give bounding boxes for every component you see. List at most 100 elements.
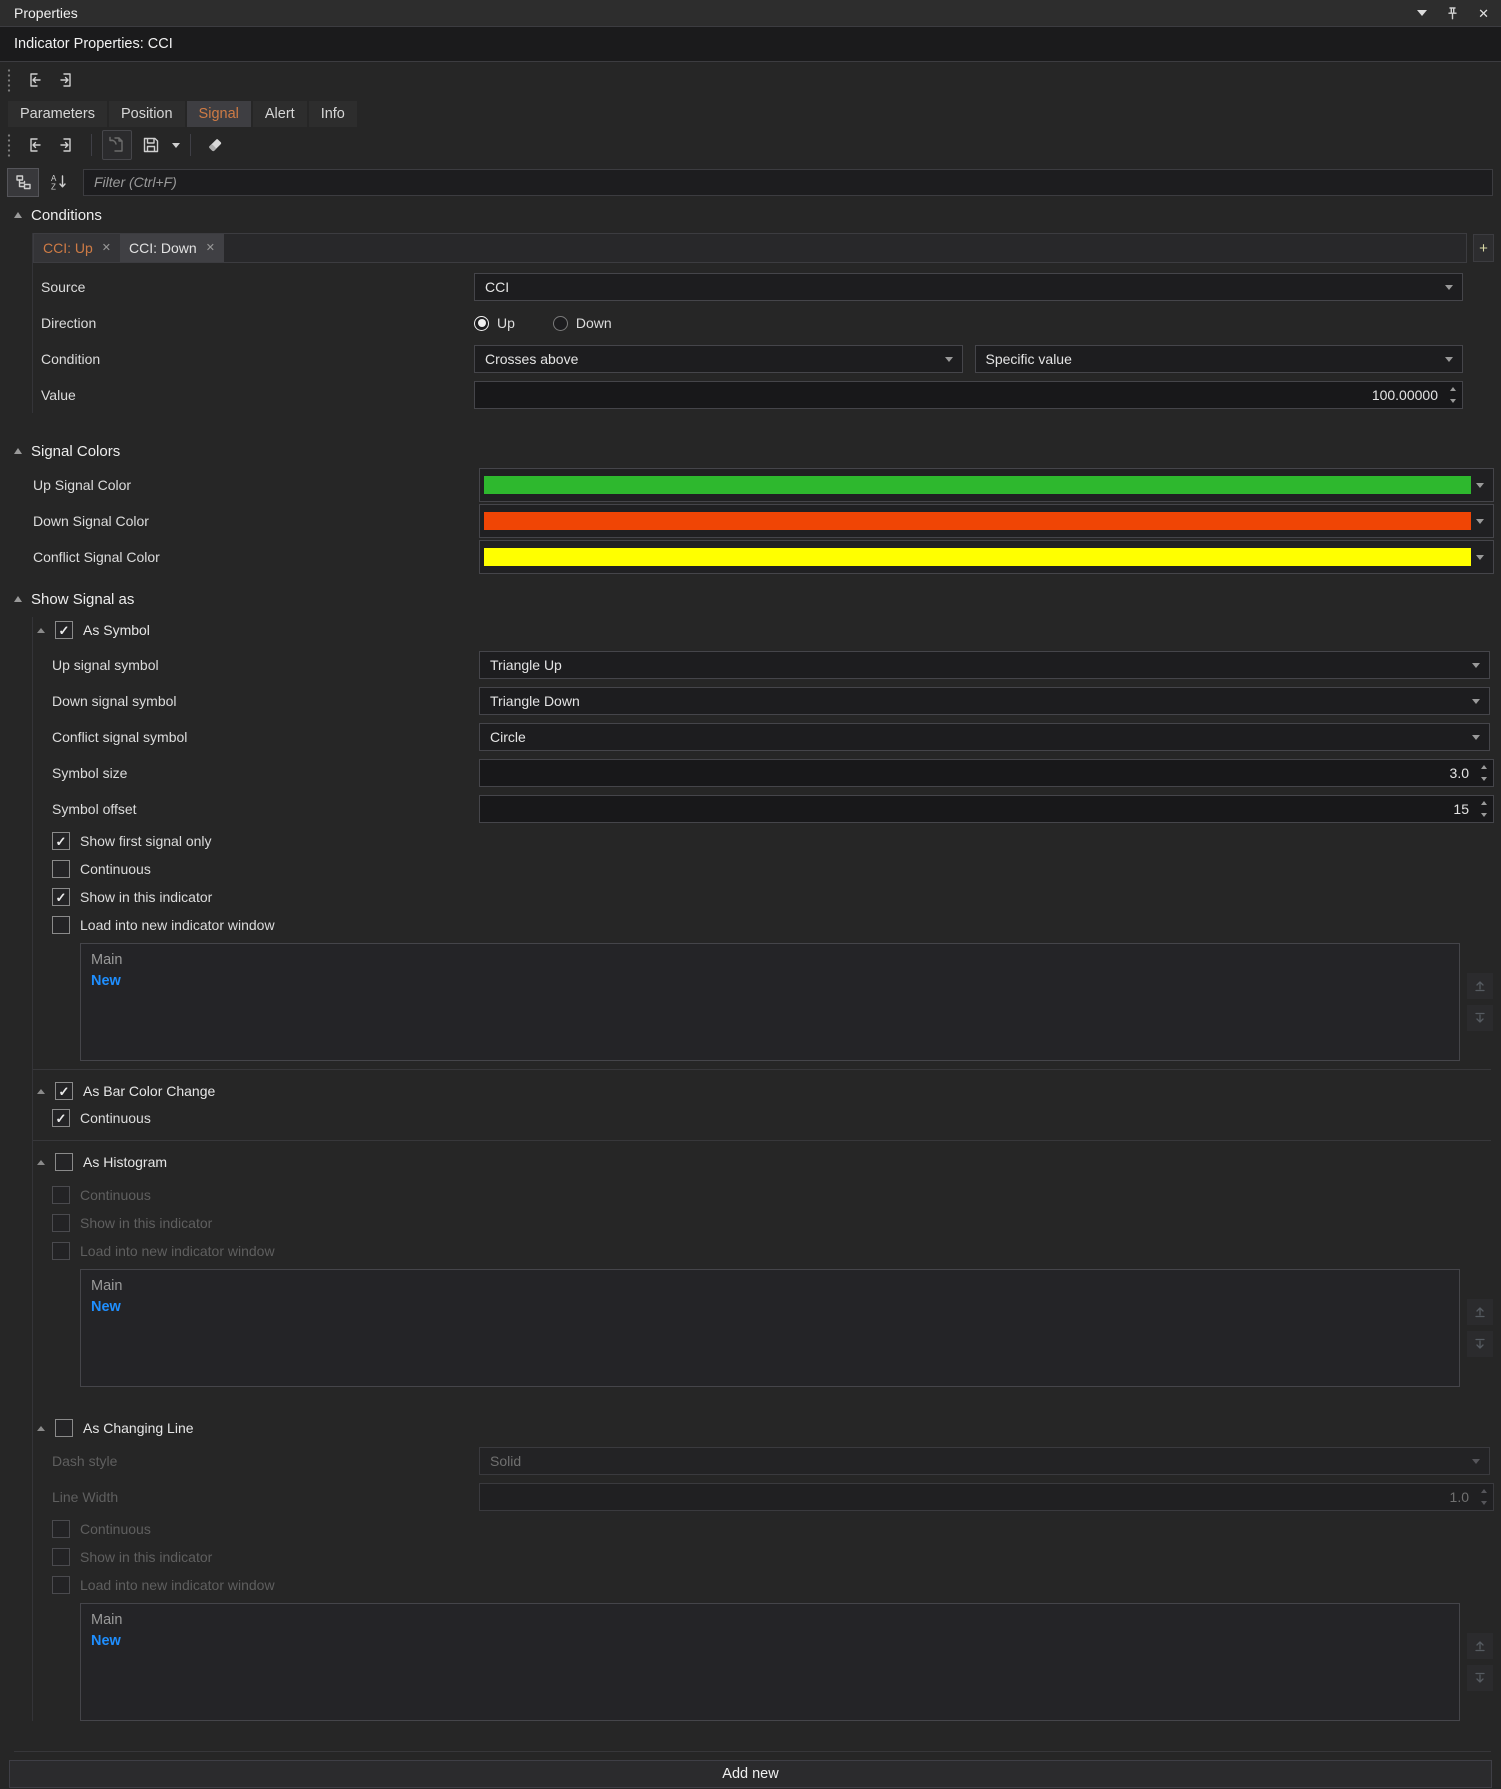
toolbar-separator — [91, 134, 92, 156]
list-item[interactable]: New — [91, 971, 1449, 992]
add-new-button[interactable]: Add new — [9, 1760, 1492, 1788]
show-first-signal-only-checkbox[interactable]: ✓ — [52, 832, 70, 850]
tab-info[interactable]: Info — [309, 101, 357, 127]
direction-radio-down[interactable]: Down — [553, 315, 612, 331]
chevron-down-icon — [1445, 357, 1453, 362]
export-signal-button[interactable] — [53, 131, 81, 159]
move-bottom-icon — [1472, 1670, 1488, 1686]
show-signal-as-section-header[interactable]: Show Signal as — [0, 585, 1501, 613]
move-top-button[interactable] — [1467, 1633, 1493, 1659]
radio-icon[interactable] — [553, 316, 568, 331]
list-item[interactable]: New — [91, 1631, 1449, 1652]
filter-input[interactable]: Filter (Ctrl+F) — [83, 169, 1493, 196]
toolbar-grip[interactable] — [7, 133, 11, 157]
value-input[interactable]: 100.00000 — [474, 381, 1463, 409]
condition-target-dropdown[interactable]: Specific value — [975, 345, 1464, 373]
move-bottom-button[interactable] — [1467, 1005, 1493, 1031]
signal-colors-section-header[interactable]: Signal Colors — [0, 437, 1501, 465]
list-item[interactable]: Main — [91, 1610, 1449, 1631]
list-item[interactable]: New — [91, 1297, 1449, 1318]
close-tab-icon[interactable]: ✕ — [206, 243, 215, 254]
changing-line-window-list-row: Main New — [33, 1603, 1501, 1721]
bar-continuous-checkbox[interactable]: ✓ — [52, 1109, 70, 1127]
spin-up-icon[interactable] — [1450, 387, 1456, 391]
spin-down-icon[interactable] — [1481, 813, 1487, 817]
histogram-load-new-window-row: ✓ Load into new indicator window — [33, 1237, 1501, 1265]
sort-az-button[interactable]: A Z — [43, 168, 75, 197]
import-settings-button[interactable] — [20, 66, 48, 94]
export-settings-button[interactable] — [53, 66, 81, 94]
symbol-size-spinner[interactable] — [1476, 761, 1491, 785]
toolbar-grip[interactable] — [7, 68, 11, 92]
load-into-new-window-checkbox[interactable]: ✓ — [52, 916, 70, 934]
move-bottom-button[interactable] — [1467, 1331, 1493, 1357]
tab-position[interactable]: Position — [109, 101, 185, 127]
erase-button[interactable] — [201, 131, 229, 159]
tab-signal[interactable]: Signal — [187, 101, 251, 127]
close-tab-icon[interactable]: ✕ — [102, 243, 111, 254]
save-button[interactable] — [137, 131, 165, 159]
conflict-signal-symbol-dropdown[interactable]: Circle — [479, 723, 1490, 751]
spin-down-icon — [1481, 1501, 1487, 1505]
move-top-button[interactable] — [1467, 973, 1493, 999]
window-list[interactable]: Main New — [80, 1269, 1460, 1387]
line-show-in-indicator-row: ✓ Show in this indicator — [33, 1543, 1501, 1571]
spin-down-icon[interactable] — [1450, 399, 1456, 403]
condition-tab-cci-up[interactable]: CCI: Up ✕ — [34, 234, 120, 262]
symbol-offset-input[interactable]: 15 — [479, 795, 1494, 823]
close-icon[interactable]: ✕ — [1478, 7, 1489, 20]
move-top-icon — [1472, 1304, 1488, 1320]
check-icon: ✓ — [56, 835, 67, 848]
group-divider — [33, 1140, 1491, 1141]
pin-icon[interactable] — [1445, 6, 1460, 21]
source-dropdown[interactable]: CCI — [474, 273, 1463, 301]
direction-radio-up[interactable]: Up — [474, 315, 515, 331]
revert-button[interactable] — [102, 130, 132, 160]
down-signal-color-picker[interactable] — [479, 504, 1494, 538]
collapse-icon[interactable] — [37, 1160, 45, 1165]
show-in-this-indicator-checkbox[interactable]: ✓ — [52, 888, 70, 906]
spin-down-icon[interactable] — [1481, 777, 1487, 781]
down-signal-symbol-dropdown[interactable]: Triangle Down — [479, 687, 1490, 715]
symbol-size-input[interactable]: 3.0 — [479, 759, 1494, 787]
collapse-icon[interactable] — [37, 628, 45, 633]
move-bottom-button[interactable] — [1467, 1665, 1493, 1691]
revert-page-icon — [107, 135, 127, 155]
show-first-signal-only-row: ✓ Show first signal only — [33, 827, 1501, 855]
up-signal-color-picker[interactable] — [479, 468, 1494, 502]
add-condition-button[interactable]: + — [1473, 234, 1494, 262]
value-spinner[interactable] — [1445, 383, 1460, 407]
window-menu-icon[interactable] — [1417, 10, 1427, 16]
as-symbol-checkbox[interactable]: ✓ — [55, 621, 73, 639]
up-signal-symbol-dropdown[interactable]: Triangle Up — [479, 651, 1490, 679]
as-bar-color-change-checkbox[interactable]: ✓ — [55, 1082, 73, 1100]
eraser-icon — [205, 135, 225, 155]
collapse-icon[interactable] — [37, 1089, 45, 1094]
window-list[interactable]: Main New — [80, 943, 1460, 1061]
spin-up-icon[interactable] — [1481, 801, 1487, 805]
condition-type-dropdown[interactable]: Crosses above — [474, 345, 963, 373]
window-list[interactable]: Main New — [80, 1603, 1460, 1721]
move-top-button[interactable] — [1467, 1299, 1493, 1325]
tab-parameters[interactable]: Parameters — [8, 101, 107, 127]
check-icon: ✓ — [59, 624, 70, 637]
list-item[interactable]: Main — [91, 1276, 1449, 1297]
conflict-signal-color-picker[interactable] — [479, 540, 1494, 574]
radio-icon[interactable] — [474, 316, 489, 331]
symbol-offset-spinner[interactable] — [1476, 797, 1491, 821]
condition-tab-cci-down[interactable]: CCI: Down ✕ — [120, 234, 224, 262]
save-dropdown-caret[interactable] — [172, 143, 180, 148]
as-histogram-checkbox[interactable]: ✓ — [55, 1153, 73, 1171]
list-item[interactable]: Main — [91, 950, 1449, 971]
continuous-checkbox[interactable]: ✓ — [52, 860, 70, 878]
categorized-view-button[interactable] — [7, 168, 39, 197]
chevron-down-icon — [1476, 555, 1484, 560]
load-into-new-window-row: ✓ Load into new indicator window — [33, 911, 1501, 939]
import-signal-button[interactable] — [20, 131, 48, 159]
spin-up-icon[interactable] — [1481, 765, 1487, 769]
tab-alert[interactable]: Alert — [253, 101, 307, 127]
as-changing-line-checkbox[interactable]: ✓ — [55, 1419, 73, 1437]
conditions-section-header[interactable]: Conditions — [0, 201, 1501, 229]
histogram-continuous-checkbox: ✓ — [52, 1186, 70, 1204]
collapse-icon[interactable] — [37, 1426, 45, 1431]
